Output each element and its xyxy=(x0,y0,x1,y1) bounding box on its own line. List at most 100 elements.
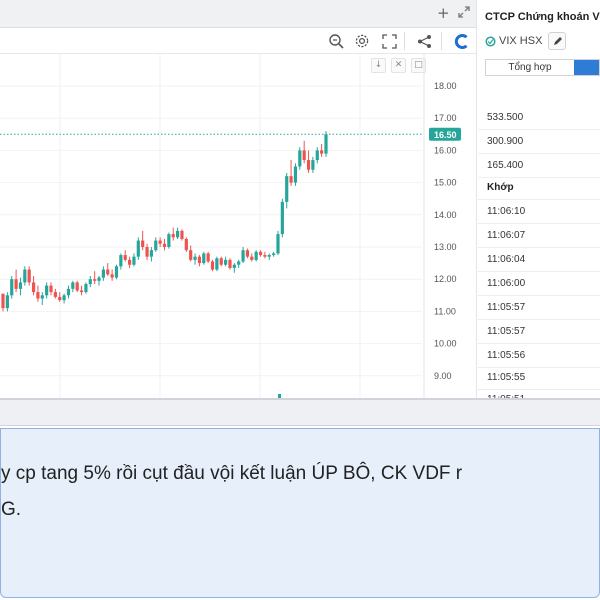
tab-summary[interactable]: Tổng hợp xyxy=(486,60,574,75)
candle-body[interactable] xyxy=(232,264,236,268)
candle-body[interactable] xyxy=(18,282,23,289)
fullscreen-icon[interactable] xyxy=(380,32,398,50)
candle-body[interactable] xyxy=(267,255,271,257)
candle-body[interactable] xyxy=(293,166,298,183)
candle-body[interactable] xyxy=(158,240,162,244)
trade-time-row: 11:05:55 xyxy=(478,366,600,390)
chart-panel[interactable]: + ↓ ✕ □ 18.00 17.00 16.00 15.00 14.00 13.00 12… xyxy=(0,0,477,398)
chart-tab-strip: + xyxy=(0,0,476,28)
candle-body[interactable] xyxy=(206,253,210,262)
candle-body[interactable] xyxy=(215,258,219,270)
candle-body[interactable] xyxy=(219,258,223,265)
edit-button[interactable] xyxy=(548,32,567,50)
candle-body[interactable] xyxy=(97,277,101,281)
candle-body[interactable] xyxy=(237,261,241,265)
candle-body[interactable] xyxy=(58,296,62,301)
candle-body[interactable] xyxy=(276,234,280,254)
candle-body[interactable] xyxy=(228,259,232,268)
panel-divider-band xyxy=(0,398,600,426)
candle-body[interactable] xyxy=(184,238,188,251)
trade-time-row: 11:05:57 xyxy=(478,296,600,320)
candle-body[interactable] xyxy=(202,253,206,264)
status-circle-icon xyxy=(485,35,496,47)
zoom-search-icon[interactable] xyxy=(327,32,345,50)
candle-body[interactable] xyxy=(75,282,79,291)
candle-body[interactable] xyxy=(23,269,27,283)
candle-body[interactable] xyxy=(149,250,154,257)
candle-body[interactable] xyxy=(36,292,40,299)
pencil-icon xyxy=(553,36,562,45)
match-header: Khớp xyxy=(478,176,600,200)
stock-info-panel: CTCP Chứng khoán V VIX HSX Tổng hợp 533.… xyxy=(478,0,600,398)
candle-body[interactable] xyxy=(136,240,140,257)
message-line-1: y cp tang 5% rồi cụt đầu vội kết luận ÚP… xyxy=(1,463,463,484)
candle-body[interactable] xyxy=(119,255,123,267)
candle-body[interactable] xyxy=(127,259,132,265)
candle-body[interactable] xyxy=(289,176,293,183)
tab-secondary[interactable] xyxy=(574,60,599,75)
candle-body[interactable] xyxy=(71,282,75,289)
candle-body[interactable] xyxy=(88,279,92,285)
candle-body[interactable] xyxy=(193,256,197,260)
candle-body[interactable] xyxy=(1,293,5,309)
candle-body[interactable] xyxy=(40,295,44,299)
candle-body[interactable] xyxy=(27,269,31,283)
chart-toolbar xyxy=(0,28,476,54)
candle-body[interactable] xyxy=(93,279,97,281)
candle-body[interactable] xyxy=(132,256,136,265)
candle-body[interactable] xyxy=(62,295,66,301)
candle-body[interactable] xyxy=(53,292,57,297)
candle-body[interactable] xyxy=(306,160,311,170)
candle-body[interactable] xyxy=(10,279,14,296)
candle-body[interactable] xyxy=(123,255,127,260)
candle-body[interactable] xyxy=(250,256,254,260)
candle-body[interactable] xyxy=(101,269,105,278)
candle-body[interactable] xyxy=(320,150,324,154)
candle-body[interactable] xyxy=(302,150,306,161)
candle-body[interactable] xyxy=(171,234,175,238)
candle-body[interactable] xyxy=(110,274,114,278)
candle-body[interactable] xyxy=(5,295,9,309)
candle-body[interactable] xyxy=(31,282,36,293)
candle-body[interactable] xyxy=(180,230,184,239)
candle-body[interactable] xyxy=(241,250,245,262)
candle-body[interactable] xyxy=(263,255,267,257)
candle-body[interactable] xyxy=(45,285,49,296)
candle-body[interactable] xyxy=(245,250,250,257)
brand-logo-icon[interactable] xyxy=(452,32,470,50)
candle-body[interactable] xyxy=(210,261,215,270)
candle-body[interactable] xyxy=(280,201,284,235)
candle-body[interactable] xyxy=(79,290,84,293)
settings-gear-icon[interactable] xyxy=(353,32,371,50)
candle-body[interactable] xyxy=(324,134,328,154)
candle-body[interactable] xyxy=(298,150,302,167)
candle-body[interactable] xyxy=(311,160,315,170)
candle-body[interactable] xyxy=(106,269,110,275)
expand-icon[interactable] xyxy=(457,5,471,23)
price-tick-label: 15.00 xyxy=(434,178,457,188)
candle-body[interactable] xyxy=(175,230,180,238)
trade-time-row: 11:06:04 xyxy=(478,248,600,272)
candle-body[interactable] xyxy=(254,251,258,260)
candle-body[interactable] xyxy=(162,243,167,247)
price-tick-label: 11.00 xyxy=(434,306,456,316)
candle-body[interactable] xyxy=(66,288,71,296)
candle-body[interactable] xyxy=(84,284,88,293)
share-icon[interactable] xyxy=(415,32,433,50)
candle-body[interactable] xyxy=(197,256,202,264)
candle-body[interactable] xyxy=(224,259,228,265)
candlestick-chart[interactable]: 18.00 17.00 16.00 15.00 14.00 13.00 12.00 11.00… xyxy=(0,54,477,398)
candle-body[interactable] xyxy=(167,234,171,247)
candle-body[interactable] xyxy=(141,240,145,247)
candle-body[interactable] xyxy=(285,176,289,202)
candle-body[interactable] xyxy=(114,266,119,278)
add-tab-icon[interactable]: + xyxy=(437,4,450,22)
candle-body[interactable] xyxy=(14,279,18,289)
candle-body[interactable] xyxy=(49,285,53,293)
candle-body[interactable] xyxy=(145,247,149,257)
candle-body[interactable] xyxy=(154,240,158,251)
candle-body[interactable] xyxy=(272,253,276,256)
candle-body[interactable] xyxy=(189,250,193,260)
candle-body[interactable] xyxy=(315,150,319,161)
candle-body[interactable] xyxy=(258,251,263,256)
